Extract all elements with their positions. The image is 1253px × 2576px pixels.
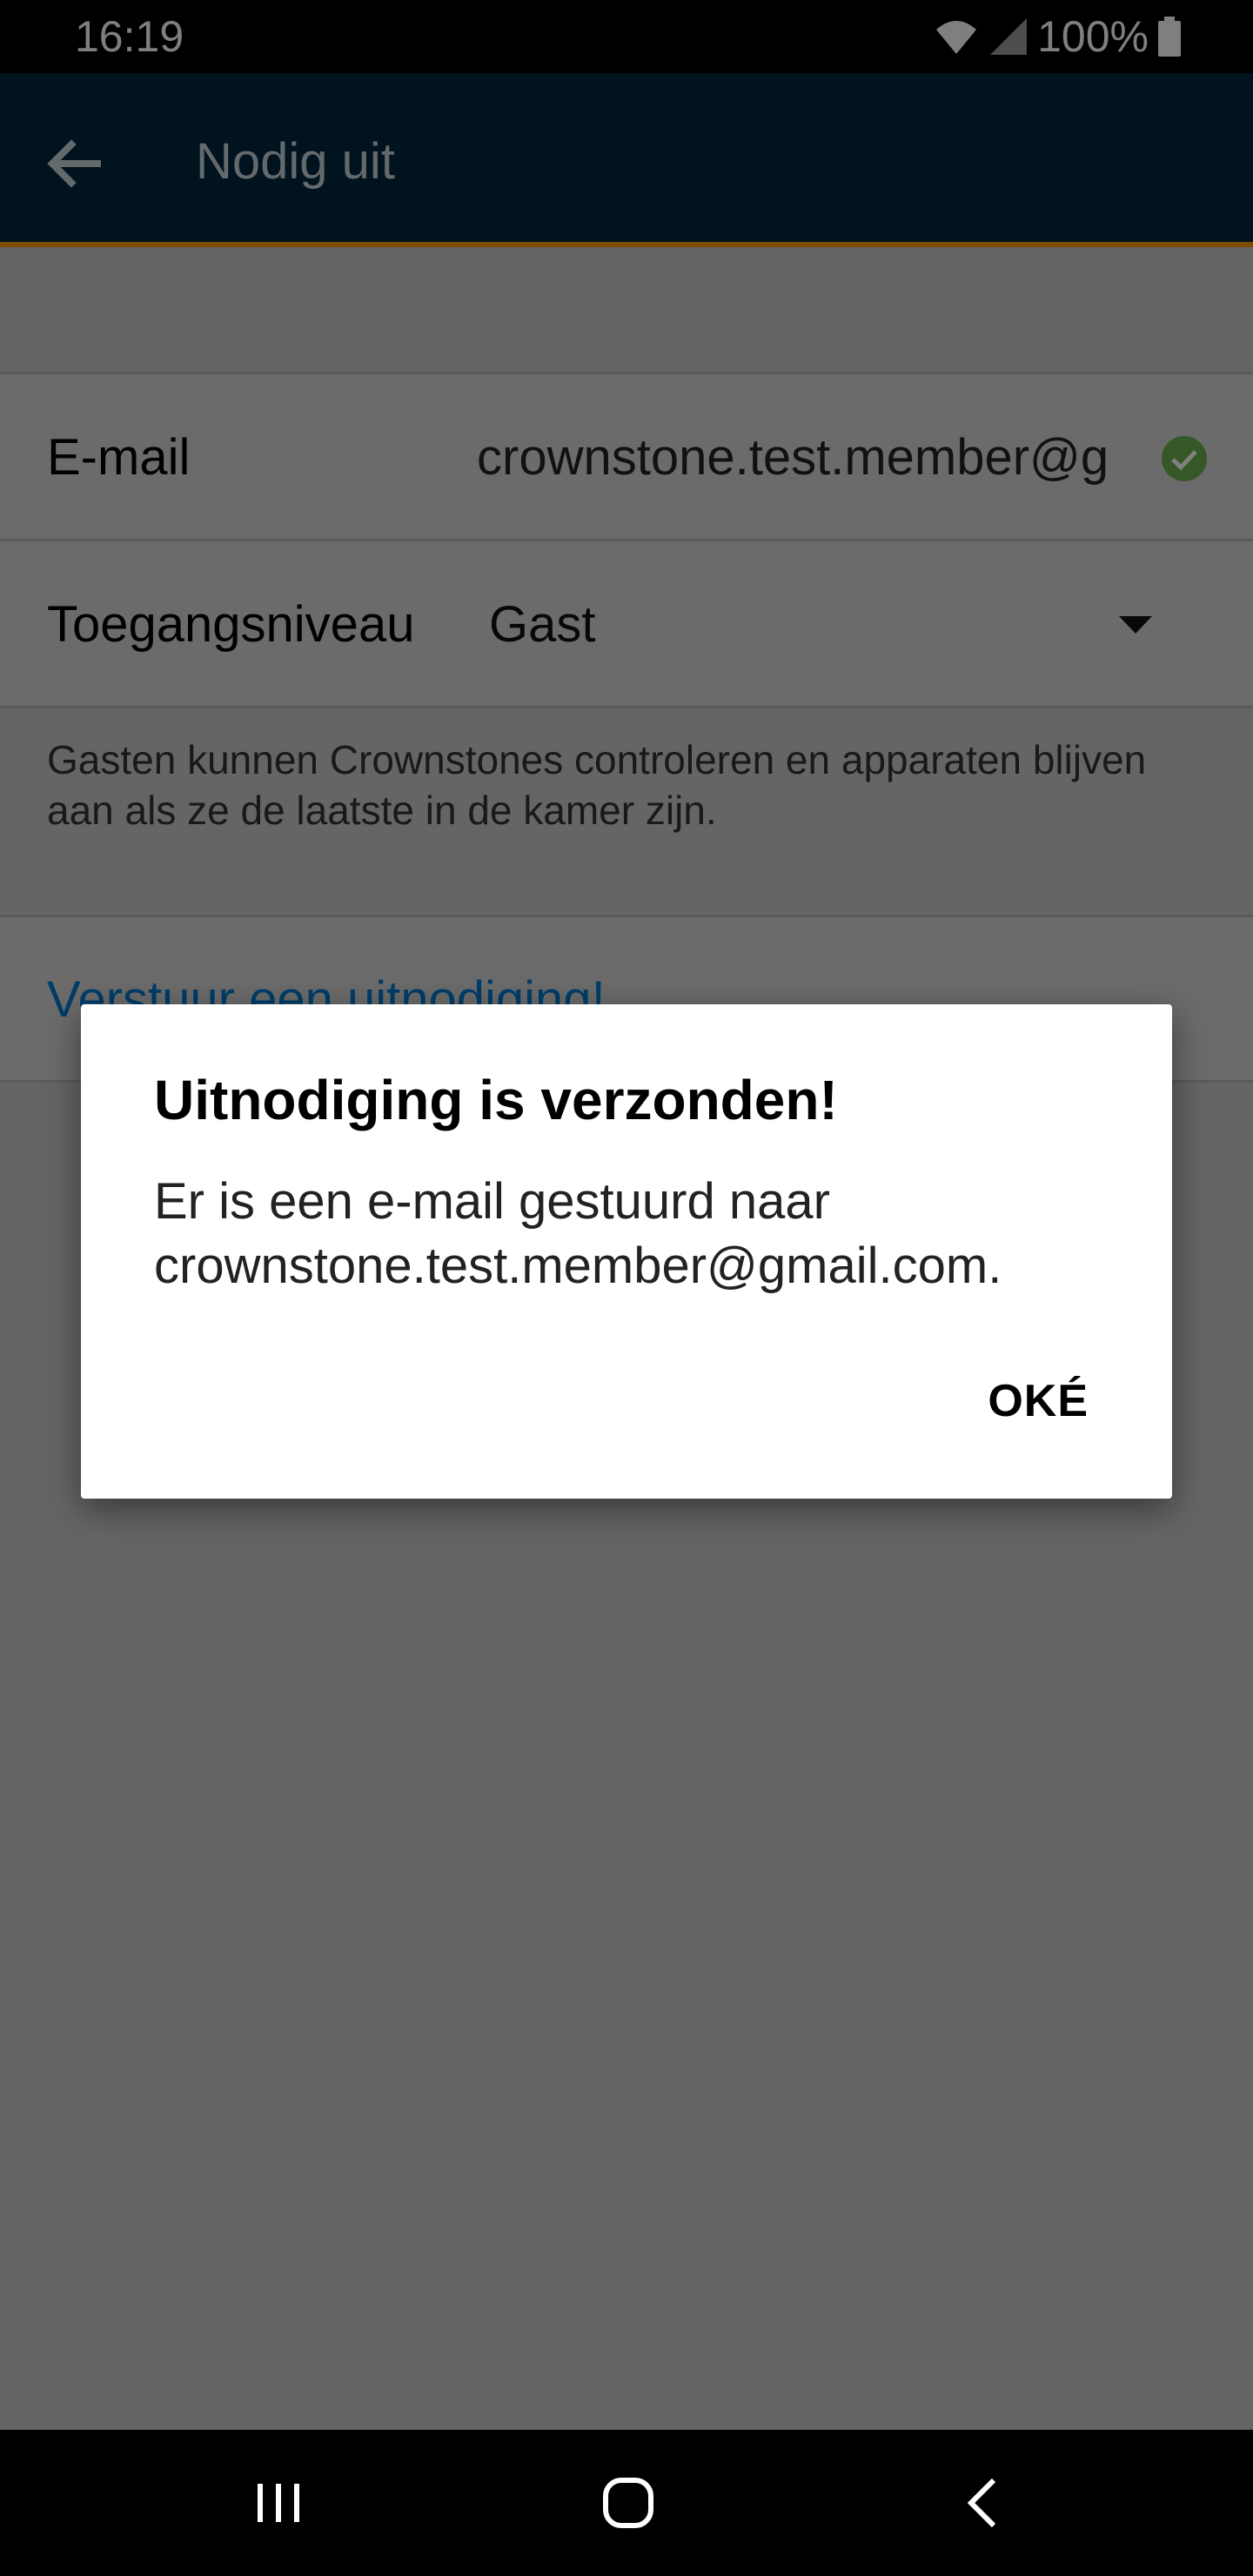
recent-apps-icon[interactable] [252, 2477, 305, 2529]
dialog-title: Uitnodiging is verzonden! [154, 1069, 838, 1131]
system-nav-bar [0, 2430, 1253, 2576]
back-icon[interactable] [955, 2475, 1011, 2531]
dialog-message: Er is een e-mail gestuurd naar crownston… [154, 1173, 1002, 1294]
ok-button[interactable]: OKÉ [988, 1370, 1089, 1432]
invite-sent-dialog: Uitnodiging is verzonden! Er is een e-ma… [81, 1004, 1172, 1499]
home-icon[interactable] [600, 2475, 656, 2531]
